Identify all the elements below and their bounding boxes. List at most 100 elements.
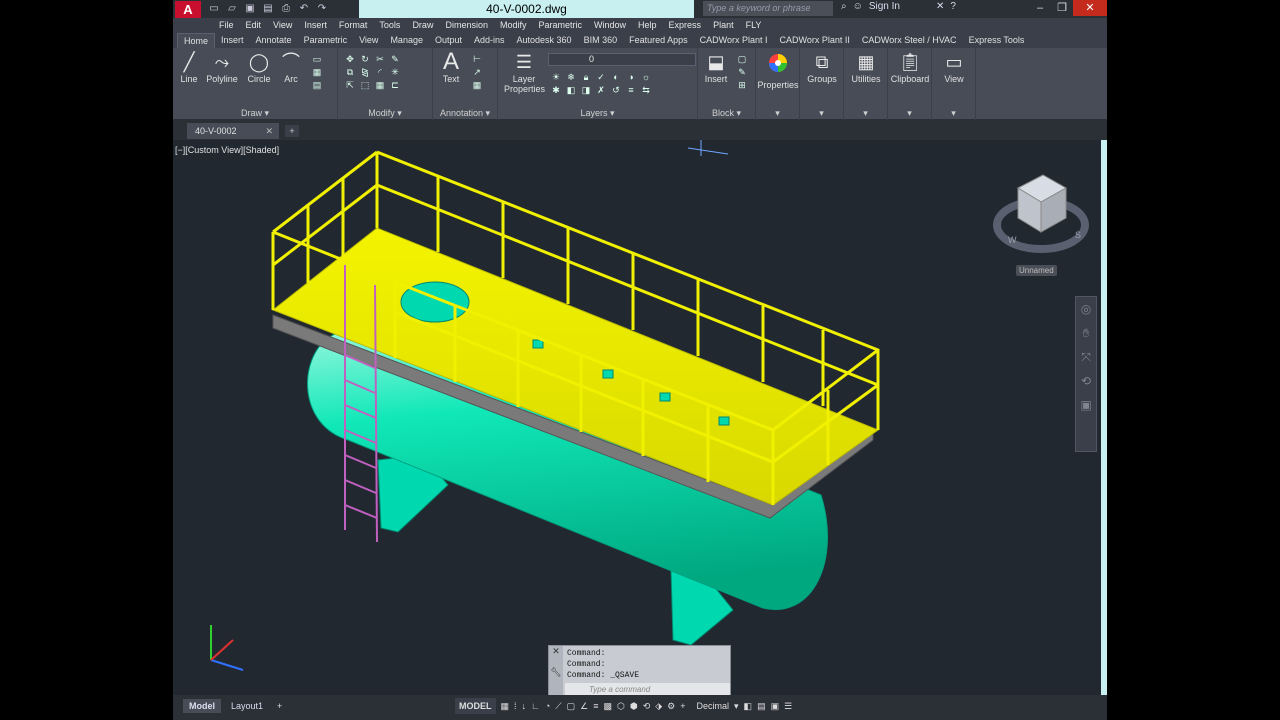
- tab-addins[interactable]: Add-ins: [468, 33, 511, 48]
- infer-icon[interactable]: ↓: [522, 698, 527, 714]
- menu-file[interactable]: File: [213, 18, 240, 33]
- insert-tool[interactable]: ⬓ Insert: [700, 52, 732, 84]
- grid-icon[interactable]: ▦: [501, 698, 510, 714]
- customize-icon[interactable]: 🔧︎: [549, 667, 563, 678]
- file-tab-active[interactable]: 40-V-0002 ✕: [187, 123, 279, 139]
- move-icon[interactable]: ✥: [344, 54, 356, 64]
- create-block-icon[interactable]: ▢: [736, 54, 748, 64]
- command-input[interactable]: Type a command: [565, 683, 730, 695]
- close-icon[interactable]: ✕: [1073, 0, 1107, 16]
- new-icon[interactable]: ▭: [207, 2, 221, 15]
- menu-format[interactable]: Format: [333, 18, 374, 33]
- restore-icon[interactable]: ❐: [1051, 0, 1073, 16]
- 3d-osnap-icon[interactable]: ⬢: [630, 698, 638, 714]
- add-layout-icon[interactable]: +: [271, 699, 288, 713]
- dynamic-ucs-icon[interactable]: ⟲: [643, 698, 651, 714]
- polyline-tool[interactable]: ⤳ Polyline: [205, 52, 239, 84]
- tab-parametric[interactable]: Parametric: [298, 33, 354, 48]
- clipboard-tool[interactable]: 📋︎ Clipboard: [888, 52, 932, 84]
- menu-plant[interactable]: Plant: [707, 18, 740, 33]
- tab-autodesk360[interactable]: Autodesk 360: [511, 33, 578, 48]
- vertical-scrollbar[interactable]: [1101, 140, 1107, 695]
- layer-on-icon[interactable]: ☀: [550, 72, 562, 82]
- hatch-icon[interactable]: ▦: [311, 67, 323, 77]
- drawing-viewport[interactable]: [−][Custom View][Shaded] W S Unnamed ◎ ✋…: [173, 140, 1107, 695]
- isodraft-icon[interactable]: ⟋: [555, 698, 561, 714]
- rotate-icon[interactable]: ↻: [359, 54, 371, 64]
- properties-dropdown[interactable]: ▾: [756, 108, 799, 119]
- tab-annotate[interactable]: Annotate: [250, 33, 298, 48]
- minimize-icon[interactable]: –: [1029, 0, 1051, 16]
- saveas-icon[interactable]: ▤: [261, 2, 275, 15]
- user-icon[interactable]: ☺: [853, 1, 863, 12]
- lock-ui-icon[interactable]: ◧: [744, 698, 753, 714]
- menu-express[interactable]: Express: [663, 18, 708, 33]
- block-panel-title[interactable]: Block ▾: [698, 108, 755, 119]
- annotation-panel-title[interactable]: Annotation ▾: [433, 108, 497, 119]
- close-tab-icon[interactable]: ✕: [265, 123, 273, 139]
- stretch-icon[interactable]: ⇱: [344, 80, 356, 90]
- tab-insert[interactable]: Insert: [215, 33, 250, 48]
- redo-icon[interactable]: ↷: [315, 2, 329, 15]
- leader-icon[interactable]: ↗: [471, 67, 483, 77]
- selection-cycling-icon[interactable]: ⬡: [617, 698, 625, 714]
- close-command-icon[interactable]: ✕: [549, 646, 563, 657]
- sign-in-link[interactable]: Sign In: [869, 1, 900, 12]
- isolate-objects-icon[interactable]: ▤: [757, 698, 766, 714]
- new-tab-button[interactable]: +: [285, 125, 299, 137]
- app-logo[interactable]: A: [175, 1, 201, 18]
- binoculars-icon[interactable]: ⌕: [841, 1, 847, 12]
- array-icon[interactable]: ▦: [374, 80, 386, 90]
- search-input[interactable]: Type a keyword or phrase: [703, 1, 833, 16]
- units-dropdown[interactable]: Decimal: [697, 698, 730, 714]
- erase-icon[interactable]: ✎: [389, 54, 401, 64]
- clipboard-dropdown[interactable]: ▾: [888, 108, 931, 119]
- layer-iso-icon[interactable]: ◐: [610, 72, 622, 82]
- viewcube[interactable]: W S: [993, 174, 1089, 253]
- layer-merge-icon[interactable]: ◨: [580, 85, 592, 95]
- layout1-tab[interactable]: Layout1: [225, 699, 269, 713]
- menu-draw[interactable]: Draw: [406, 18, 439, 33]
- zoom-icon[interactable]: ⤧: [1076, 345, 1096, 369]
- layer-lock-icon[interactable]: 🔒︎: [580, 72, 592, 82]
- tab-output[interactable]: Output: [429, 33, 468, 48]
- exchange-icon[interactable]: ✕: [936, 1, 944, 12]
- showmotion-icon[interactable]: ▣: [1076, 393, 1096, 417]
- draw-panel-title[interactable]: Draw ▾: [173, 108, 337, 119]
- table-icon[interactable]: ▦: [471, 80, 483, 90]
- tab-cadworx-plant-2[interactable]: CADWorx Plant II: [774, 33, 856, 48]
- workspace-icon[interactable]: ⚙: [667, 698, 675, 714]
- rectangle-icon[interactable]: ▭: [311, 54, 323, 64]
- trim-icon[interactable]: ✂: [374, 54, 386, 64]
- explode-icon[interactable]: ✳: [389, 67, 401, 77]
- groups-dropdown[interactable]: ▾: [800, 108, 843, 119]
- menu-window[interactable]: Window: [588, 18, 632, 33]
- menu-edit[interactable]: Edit: [240, 18, 268, 33]
- otrack-icon[interactable]: ∠: [580, 698, 588, 714]
- open-icon[interactable]: ▱: [225, 2, 239, 15]
- modify-panel-title[interactable]: Modify ▾: [338, 108, 432, 119]
- customization-icon[interactable]: ☰: [784, 698, 792, 714]
- tab-cadworx-steel[interactable]: CADWorx Steel / HVAC: [856, 33, 963, 48]
- offset-icon[interactable]: ⊏: [389, 80, 401, 90]
- line-tool[interactable]: ╱ Line: [177, 52, 201, 84]
- menu-tools[interactable]: Tools: [373, 18, 406, 33]
- arc-tool[interactable]: ⌒ Arc: [277, 52, 305, 84]
- lineweight-icon[interactable]: ≡: [593, 698, 598, 714]
- tab-express-tools[interactable]: Express Tools: [963, 33, 1031, 48]
- menu-help[interactable]: Help: [632, 18, 663, 33]
- quick-properties-icon[interactable]: ▾: [734, 698, 739, 714]
- save-icon[interactable]: ▣: [243, 2, 257, 15]
- utilities-dropdown[interactable]: ▾: [844, 108, 887, 119]
- utilities-tool[interactable]: ▦ Utilities: [844, 52, 888, 84]
- gradient-icon[interactable]: ▤: [311, 80, 323, 90]
- groups-tool[interactable]: ⧉ Groups: [800, 52, 844, 84]
- layer-delete-icon[interactable]: ✗: [595, 85, 607, 95]
- annotation-scale-icon[interactable]: ⬗: [655, 698, 662, 714]
- properties-tool[interactable]: Properties: [756, 52, 800, 90]
- model-tab[interactable]: Model: [183, 699, 221, 713]
- layer-off-icon[interactable]: ☼: [640, 72, 652, 82]
- layer-dropdown[interactable]: 0: [548, 53, 696, 66]
- print-icon[interactable]: ⎙: [279, 2, 293, 15]
- snap-icon[interactable]: ⁞: [514, 698, 517, 714]
